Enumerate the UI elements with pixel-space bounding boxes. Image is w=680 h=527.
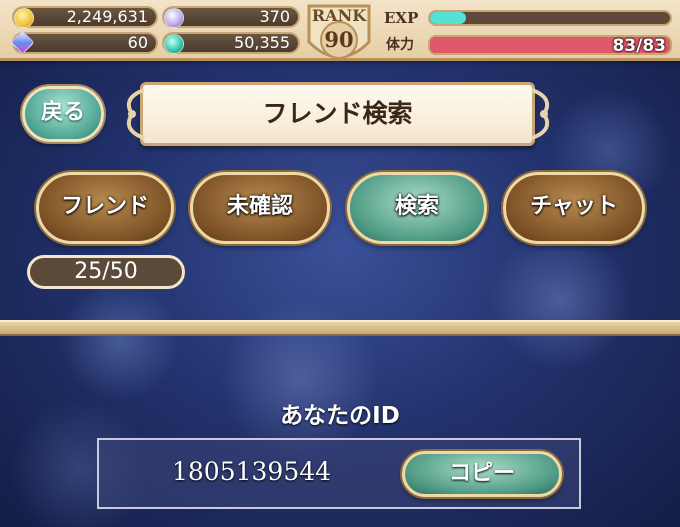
left-scroll-ornament-icon xyxy=(127,88,145,140)
gold-coin-icon xyxy=(14,8,34,28)
exp-label: EXP xyxy=(384,9,419,27)
crystal-counter: 60 xyxy=(12,32,158,54)
page-title: フレンド検索 xyxy=(140,82,535,146)
rank-label: RANK xyxy=(311,6,367,25)
gold-value: 2,249,631 xyxy=(66,7,148,26)
rank-value: 90 xyxy=(324,27,354,52)
crystal-value: 60 xyxy=(127,33,148,52)
tab-chat[interactable]: チャット xyxy=(503,172,645,244)
player-id-value: 1805139544 xyxy=(172,457,332,486)
tab-search[interactable]: 検索 xyxy=(347,172,487,244)
stamina-label: 体力 xyxy=(386,37,414,53)
copy-button[interactable]: コピー xyxy=(402,451,562,497)
gem-icon xyxy=(164,34,184,54)
right-scroll-ornament-icon xyxy=(531,88,549,140)
back-button[interactable]: 戻る xyxy=(22,86,104,142)
feather-icon xyxy=(164,8,184,28)
feather-value: 370 xyxy=(259,7,290,26)
exp-bar-fill xyxy=(430,12,466,24)
exp-bar xyxy=(428,10,672,26)
your-id-label: あなたのID xyxy=(280,403,400,429)
tab-friends[interactable]: フレンド xyxy=(36,172,174,244)
friend-count-badge: 25/50 xyxy=(27,255,185,289)
section-divider xyxy=(0,320,680,336)
tab-unconfirmed[interactable]: 未確認 xyxy=(190,172,330,244)
stamina-value: 83/83 xyxy=(612,36,666,56)
gem-value: 50,355 xyxy=(234,33,290,52)
